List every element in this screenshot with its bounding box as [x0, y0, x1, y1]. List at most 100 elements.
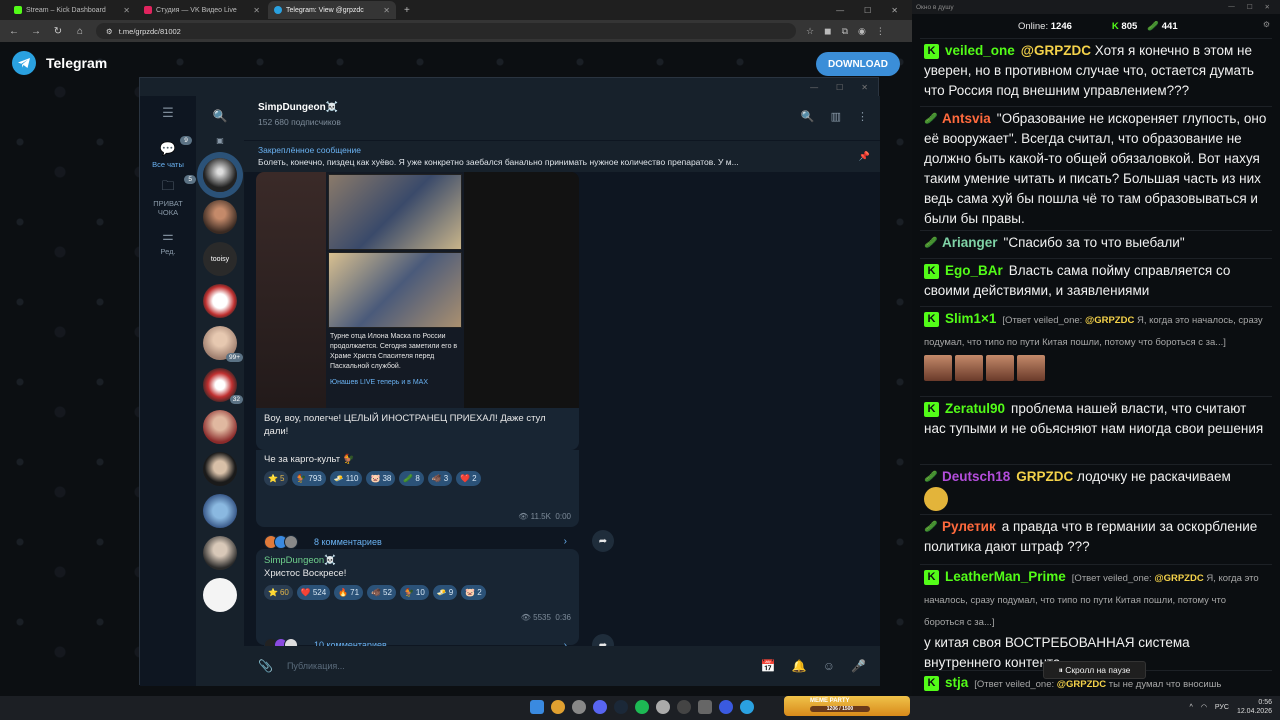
maximize-icon[interactable]: ☐: [864, 6, 871, 15]
chat-username[interactable]: veiled_one: [945, 43, 1015, 58]
chat-username[interactable]: Zeratul90: [945, 401, 1005, 416]
close-tab-icon[interactable]: ✕: [383, 6, 390, 15]
reaction-chip[interactable]: 🧈 110: [329, 471, 363, 486]
clock[interactable]: 0:56 12.04.2026: [1237, 698, 1272, 716]
app-icon[interactable]: [698, 700, 712, 714]
app-icon[interactable]: [656, 700, 670, 714]
app-icon[interactable]: [719, 700, 733, 714]
chat-username[interactable]: Ego_BAr: [945, 263, 1003, 278]
folder-private[interactable]: 🗀 5 ПРИВАТ ЧОКА: [148, 175, 196, 217]
folder-edit[interactable]: ⚌ Ред.: [157, 227, 179, 256]
microphone-icon[interactable]: 🎤: [851, 659, 866, 673]
reaction-chip[interactable]: 🐷 38: [366, 471, 396, 486]
chat-avatar[interactable]: [203, 536, 237, 570]
user-mention[interactable]: GRPZDC: [1016, 469, 1073, 484]
share-button[interactable]: ➦: [592, 530, 614, 552]
reaction-chip[interactable]: 🔥 71: [334, 585, 364, 600]
pin-list-icon[interactable]: 📌: [859, 151, 870, 162]
chat-avatar[interactable]: [203, 578, 237, 612]
paid-star-reaction[interactable]: ⭐ 60: [264, 585, 293, 600]
menu-hamburger-icon[interactable]: ☰: [157, 104, 179, 122]
archive-icon[interactable]: ▣: [196, 136, 244, 150]
scroll-paused-button[interactable]: ⏸ Скролл на паузе: [1043, 661, 1146, 679]
chat-avatar[interactable]: [203, 494, 237, 528]
spotify-icon[interactable]: [635, 700, 649, 714]
close-window-icon[interactable]: ✕: [1265, 3, 1270, 11]
chat-username[interactable]: Slim1×1: [945, 311, 996, 326]
channel-header[interactable]: SimpDungeon☠️ 152 680 подписчиков 🔍 ▥ ⋮: [244, 96, 880, 140]
telegram-icon[interactable]: [740, 700, 754, 714]
network-icon[interactable]: ◠: [1201, 703, 1207, 711]
reaction-chip[interactable]: 🥒 8: [399, 471, 424, 486]
reaction-chip[interactable]: 🧈 9: [432, 585, 458, 600]
reload-icon[interactable]: ↻: [52, 26, 64, 37]
more-icon[interactable]: ⋮: [857, 110, 868, 123]
chat-username[interactable]: LeatherMan_Prime: [945, 569, 1066, 584]
chat-username[interactable]: stja: [945, 675, 968, 690]
chat-avatar[interactable]: [203, 284, 237, 318]
pinned-message[interactable]: Закреплённое сообщение Болеть, конечно, …: [244, 140, 880, 172]
chat-username[interactable]: Рулетик: [942, 519, 996, 534]
schedule-icon[interactable]: 📅: [761, 659, 776, 673]
meme-party-widget[interactable]: MEME PARTY 1206 / 1500: [784, 696, 910, 716]
reaction-chip[interactable]: 🐗 3: [427, 471, 453, 486]
user-mention[interactable]: @GRPZDC: [1021, 43, 1091, 58]
chat-avatar[interactable]: 99+: [203, 326, 243, 362]
close-window-icon[interactable]: ✕: [891, 6, 898, 15]
minimize-icon[interactable]: —: [810, 83, 818, 92]
minimize-icon[interactable]: —: [1228, 3, 1235, 11]
reaction-chip[interactable]: 🐷 2: [461, 585, 486, 600]
reaction-chip[interactable]: ❤️ 524: [296, 585, 331, 600]
chat-avatar[interactable]: [203, 200, 237, 234]
chat-avatar[interactable]: [203, 452, 237, 486]
home-icon[interactable]: ⌂: [74, 26, 86, 37]
minimize-icon[interactable]: —: [836, 6, 844, 15]
emoji-icon[interactable]: ☺: [823, 659, 835, 673]
extensions-puzzle-icon[interactable]: ⧉: [842, 26, 848, 37]
reaction-chip[interactable]: 🐓 793: [292, 471, 326, 486]
extension-icon[interactable]: ◼: [824, 26, 831, 37]
menu-dots-icon[interactable]: ⋮: [876, 26, 885, 37]
close-tab-icon[interactable]: ✕: [253, 6, 260, 15]
close-tab-icon[interactable]: ✕: [123, 6, 130, 15]
notification-bell-icon[interactable]: 🔔: [792, 659, 807, 673]
forward-icon[interactable]: →: [30, 26, 42, 37]
discord-icon[interactable]: [593, 700, 607, 714]
site-info-icon[interactable]: ⚙: [106, 27, 113, 36]
url-bar[interactable]: ⚙ t.me/grpzdc/81002: [96, 23, 796, 39]
reaction-chip[interactable]: 🐗 52: [367, 585, 396, 600]
post-media[interactable]: Турне отца Илона Маска по России продолж…: [256, 172, 579, 408]
settings-gear-icon[interactable]: ⚙: [1263, 20, 1270, 29]
message-input[interactable]: Публикация...: [287, 661, 747, 671]
download-button[interactable]: DOWNLOAD: [816, 52, 900, 76]
browser-tab-vk[interactable]: Студия — VK Видео Live ✕: [138, 1, 266, 19]
close-icon[interactable]: ✕: [861, 83, 868, 92]
chat-username[interactable]: Antsvia: [942, 111, 991, 126]
chat-avatar[interactable]: 32: [203, 368, 243, 404]
back-icon[interactable]: ←: [8, 26, 20, 37]
windows-start-icon[interactable]: [530, 700, 544, 714]
chat-avatar[interactable]: [203, 158, 237, 192]
chrome-icon[interactable]: [551, 700, 565, 714]
reaction-chip[interactable]: ❤️ 2: [456, 471, 481, 486]
chat-avatar[interactable]: [203, 410, 237, 444]
new-tab-button[interactable]: +: [398, 5, 416, 16]
browser-tab-telegram[interactable]: Telegram: View @grpzdc ✕: [268, 1, 396, 19]
profile-icon[interactable]: ◉: [858, 26, 866, 37]
steam-icon[interactable]: [614, 700, 628, 714]
chat-avatar[interactable]: tooisy: [203, 242, 237, 276]
maximize-icon[interactable]: ☐: [836, 83, 843, 92]
app-icon[interactable]: [572, 700, 586, 714]
search-icon[interactable]: 🔍: [801, 110, 815, 123]
tray-chevron-icon[interactable]: ^: [1190, 704, 1193, 711]
maximize-icon[interactable]: ☐: [1247, 3, 1253, 11]
chat-username[interactable]: Arianger: [942, 235, 998, 250]
obs-icon[interactable]: [677, 700, 691, 714]
search-icon[interactable]: 🔍: [196, 96, 244, 136]
sidebar-toggle-icon[interactable]: ▥: [831, 110, 841, 123]
reaction-chip[interactable]: 🐓 10: [399, 585, 429, 600]
attach-icon[interactable]: 📎: [258, 659, 273, 673]
language-indicator[interactable]: РУС: [1215, 704, 1229, 711]
bookmark-star-icon[interactable]: ☆: [806, 26, 814, 37]
paid-star-reaction[interactable]: ⭐ 5: [264, 471, 289, 486]
